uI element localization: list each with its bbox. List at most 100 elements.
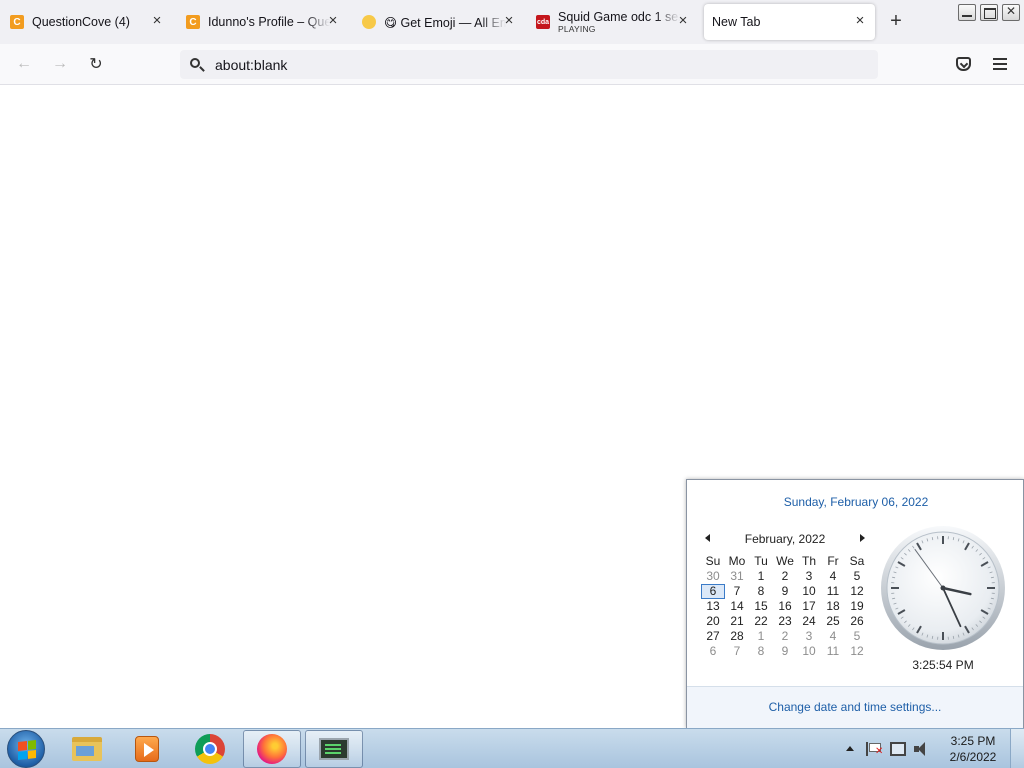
action-center-flag-icon[interactable]	[866, 742, 883, 757]
hamburger-menu-icon[interactable]	[993, 58, 1007, 70]
windows-logo-icon	[18, 740, 36, 760]
month-label[interactable]: February, 2022	[701, 532, 869, 546]
calendar-day[interactable]: 6	[701, 584, 725, 599]
navigation-toolbar: ← → ↻ about:blank	[0, 44, 1024, 85]
calendar-day[interactable]: 27	[701, 629, 725, 644]
calendar-day[interactable]: 23	[773, 614, 797, 629]
search-icon	[189, 57, 205, 73]
calendar-day-adjacent-month[interactable]: 8	[749, 644, 773, 659]
calendar-day-adjacent-month[interactable]: 30	[701, 569, 725, 584]
calendar-day-adjacent-month[interactable]: 31	[725, 569, 749, 584]
start-button[interactable]	[7, 730, 45, 768]
calendar-day[interactable]: 8	[749, 584, 773, 599]
tab-questioncove[interactable]: C QuestionCove (4) ×	[0, 4, 172, 40]
calendar-day[interactable]: 24	[797, 614, 821, 629]
date-time-flyout: Sunday, February 06, 2022 February, 2022…	[686, 479, 1024, 728]
questioncove-favicon-icon: C	[10, 15, 24, 29]
calendar-day[interactable]: 22	[749, 614, 773, 629]
close-icon[interactable]: ×	[676, 13, 690, 28]
long-date-link[interactable]: Sunday, February 06, 2022	[687, 495, 1024, 509]
tab-strip: C QuestionCove (4) × C Idunno's Profile …	[0, 0, 1024, 44]
taskbar-chrome[interactable]	[181, 730, 239, 768]
tab-title: QuestionCove (4)	[32, 15, 130, 29]
chrome-icon	[195, 734, 225, 764]
taskbar-file-explorer[interactable]	[58, 730, 116, 768]
taskbar-date: 2/6/2022	[949, 750, 997, 764]
calendar-day[interactable]: 21	[725, 614, 749, 629]
close-icon[interactable]: ×	[853, 13, 867, 28]
calendar-day-adjacent-month[interactable]: 4	[821, 629, 845, 644]
calendar-day-adjacent-month[interactable]: 3	[797, 629, 821, 644]
taskbar-firefox[interactable]	[243, 730, 301, 768]
calendar-day-adjacent-month[interactable]: 11	[821, 644, 845, 659]
calendar-day-adjacent-month[interactable]: 9	[773, 644, 797, 659]
weekday-header: Tu	[754, 554, 768, 568]
calendar-week-row: 6 7 8 9 10 11 12	[701, 644, 869, 659]
calendar-day[interactable]: 14	[725, 599, 749, 614]
calendar-week-row: 30 31 1 2 3 4 5	[701, 569, 869, 584]
minimize-button[interactable]	[958, 4, 976, 21]
calendar-day[interactable]: 9	[773, 584, 797, 599]
cda-favicon-icon: cda	[536, 15, 550, 29]
address-bar[interactable]: about:blank	[180, 50, 878, 79]
calendar-day[interactable]: 2	[773, 569, 797, 584]
folder-icon	[72, 737, 102, 761]
url-text[interactable]: about:blank	[215, 57, 287, 73]
calendar-day-adjacent-month[interactable]: 5	[845, 629, 869, 644]
calendar-day[interactable]: 3	[797, 569, 821, 584]
calendar-day[interactable]: 18	[821, 599, 845, 614]
calendar-day[interactable]: 15	[749, 599, 773, 614]
close-icon[interactable]: ×	[326, 13, 340, 28]
taskbar-terminal[interactable]	[305, 730, 363, 768]
calendar-day[interactable]: 1	[749, 569, 773, 584]
firefox-icon	[257, 734, 287, 764]
calendar-day[interactable]: 12	[845, 584, 869, 599]
calendar-day[interactable]: 5	[845, 569, 869, 584]
back-button[interactable]: ←	[14, 54, 34, 74]
weekday-header: Fr	[827, 554, 839, 568]
taskbar-clock[interactable]: 3:25 PM 2/6/2022	[940, 733, 1006, 765]
calendar-week-row: 27 28 1 2 3 4 5	[701, 629, 869, 644]
forward-button[interactable]: →	[50, 54, 70, 74]
tab-idunno-profile[interactable]: C Idunno's Profile – QuestionCove ×	[176, 4, 348, 40]
calendar-day[interactable]: 13	[701, 599, 725, 614]
volume-icon[interactable]	[914, 742, 930, 756]
tab-squid-game[interactable]: cda Squid Game odc 1 sezon PLAYING ×	[526, 4, 698, 40]
calendar-week-row: 20 21 22 23 24 25 26	[701, 614, 869, 629]
network-icon[interactable]	[890, 742, 906, 756]
calendar-day-adjacent-month[interactable]: 2	[773, 629, 797, 644]
calendar-day-adjacent-month[interactable]: 1	[749, 629, 773, 644]
taskbar: 3:25 PM 2/6/2022	[0, 728, 1024, 768]
tab-new-tab[interactable]: New Tab ×	[704, 4, 875, 40]
calendar-day[interactable]: 20	[701, 614, 725, 629]
reload-button[interactable]: ↻	[86, 54, 106, 74]
calendar-day-adjacent-month[interactable]: 10	[797, 644, 821, 659]
calendar-day[interactable]: 10	[797, 584, 821, 599]
questioncove-favicon-icon: C	[186, 15, 200, 29]
calendar-day[interactable]: 4	[821, 569, 845, 584]
show-hidden-icons-icon[interactable]	[846, 746, 854, 751]
pocket-icon[interactable]	[956, 57, 971, 71]
calendar-day[interactable]: 19	[845, 599, 869, 614]
calendar-day[interactable]: 11	[821, 584, 845, 599]
close-icon[interactable]: ×	[502, 13, 516, 28]
calendar-day[interactable]: 28	[725, 629, 749, 644]
calendar-day-adjacent-month[interactable]: 7	[725, 644, 749, 659]
calendar-day[interactable]: 25	[821, 614, 845, 629]
calendar-day[interactable]: 7	[725, 584, 749, 599]
taskbar-media-player[interactable]	[118, 730, 176, 768]
calendar-day-adjacent-month[interactable]: 6	[701, 644, 725, 659]
calendar-day[interactable]: 16	[773, 599, 797, 614]
close-window-button[interactable]	[1002, 4, 1020, 21]
change-date-time-settings-link[interactable]: Change date and time settings...	[687, 700, 1023, 714]
new-tab-button[interactable]: +	[886, 11, 906, 32]
calendar-week-row: 6 7 8 9 10 11 12	[701, 584, 869, 599]
close-icon[interactable]: ×	[150, 13, 164, 28]
calendar-day-adjacent-month[interactable]: 12	[845, 644, 869, 659]
next-month-icon[interactable]	[860, 534, 865, 542]
restore-button[interactable]	[980, 4, 998, 21]
tab-get-emoji[interactable]: 😋 Get Emoji — All Emojis ×	[352, 4, 524, 40]
calendar-day[interactable]: 26	[845, 614, 869, 629]
calendar-day[interactable]: 17	[797, 599, 821, 614]
show-desktop-button[interactable]	[1010, 729, 1024, 768]
